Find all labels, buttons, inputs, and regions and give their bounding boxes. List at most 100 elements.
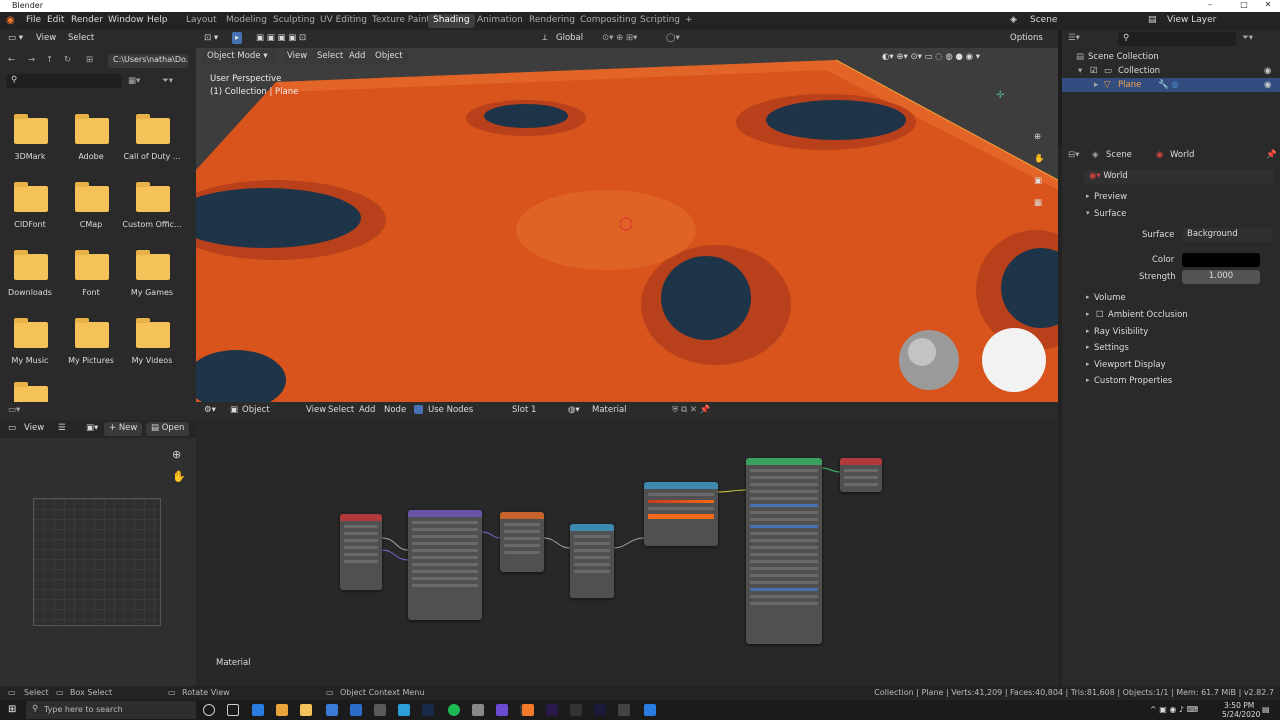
- folder-item[interactable]: My Videos: [122, 318, 182, 378]
- menu-render[interactable]: Render: [71, 15, 103, 25]
- panel-ambient-occlusion[interactable]: ▸ ☐ Ambient Occlusion: [1080, 308, 1280, 324]
- close-icon[interactable]: ✕: [1258, 0, 1278, 9]
- filter-icon[interactable]: ⏷▾: [1242, 33, 1253, 43]
- viewport-shading-icons[interactable]: ◐▾ ⊕▾ ⊙▾ ▭ ◌ ◍ ● ◉ ▾: [882, 52, 980, 62]
- maximize-icon[interactable]: □: [1234, 0, 1254, 9]
- editor-type-icon[interactable]: ▭ ▾: [8, 33, 23, 43]
- noise-texture-node[interactable]: [500, 512, 544, 572]
- viewport-add-menu[interactable]: Add: [344, 50, 371, 64]
- camera-icon[interactable]: ▣: [1034, 176, 1042, 186]
- panel-volume[interactable]: ▸ Volume: [1080, 291, 1280, 307]
- ne-select-menu[interactable]: Select: [328, 405, 354, 415]
- node-editor[interactable]: ⚙▾ ▣ Object View Select Add Node Use Nod…: [196, 402, 1058, 686]
- menu-help[interactable]: Help: [147, 15, 168, 25]
- spotify-icon[interactable]: [448, 704, 460, 716]
- menu-window[interactable]: Window: [108, 15, 144, 25]
- expand-icon[interactable]: ▸: [1094, 80, 1098, 90]
- folder-item[interactable]: Downloads: [0, 250, 60, 310]
- use-nodes-checkbox[interactable]: [414, 405, 423, 414]
- viewport-select-menu[interactable]: Select: [312, 50, 349, 64]
- minimize-icon[interactable]: –: [1200, 0, 1220, 9]
- visibility-eye-icon[interactable]: ◉: [1264, 66, 1271, 76]
- photoshop-icon[interactable]: [422, 704, 434, 716]
- map-range-node[interactable]: [570, 524, 614, 598]
- outliner-row-plane[interactable]: ▸ ▽ Plane 🔧 ◍ ◉: [1062, 78, 1280, 92]
- editor-type-icon[interactable]: ⚙▾: [204, 405, 216, 415]
- world-selector[interactable]: ◉▾ World: [1084, 170, 1274, 184]
- folder-item[interactable]: Custom Offic...: [122, 182, 182, 242]
- viewport-view-menu[interactable]: View: [282, 50, 313, 64]
- navigation-gizmo[interactable]: ✛: [996, 90, 1004, 101]
- folder-item[interactable]: 3DMark: [0, 114, 60, 174]
- new-image-button[interactable]: + New: [104, 422, 143, 436]
- blender-logo-icon[interactable]: ◉: [6, 15, 15, 26]
- chrome-icon[interactable]: [276, 704, 288, 716]
- mail-icon[interactable]: [350, 704, 362, 716]
- editor-type-icon[interactable]: ▭: [8, 423, 16, 433]
- premiere-icon[interactable]: [546, 704, 558, 716]
- ne-node-menu[interactable]: Node: [384, 405, 406, 415]
- panel-viewport-display[interactable]: ▸ Viewport Display: [1080, 358, 1280, 374]
- app-icon[interactable]: [472, 704, 484, 716]
- tab-modeling[interactable]: Modeling: [221, 14, 272, 28]
- tab-scripting[interactable]: Scripting: [635, 14, 685, 28]
- blender-taskbar-icon[interactable]: [522, 704, 534, 716]
- new-folder-icon[interactable]: ⊞: [86, 55, 93, 65]
- breadcrumb-scene[interactable]: Scene: [1106, 150, 1132, 160]
- strength-field[interactable]: 1.000: [1182, 270, 1260, 284]
- add-workspace-button[interactable]: +: [680, 14, 698, 28]
- vscode-icon[interactable]: [644, 704, 656, 716]
- forward-icon[interactable]: →: [28, 55, 35, 65]
- system-tray-icons[interactable]: ^ ▣ ◉ ♪ ⌨: [1150, 705, 1198, 714]
- expand-icon[interactable]: ▾: [1078, 66, 1082, 76]
- pan-hand-icon[interactable]: ✋: [1034, 154, 1045, 164]
- store-icon[interactable]: [326, 704, 338, 716]
- visibility-eye-icon[interactable]: ◉: [1264, 80, 1271, 90]
- principled-bsdf-node[interactable]: [746, 458, 822, 644]
- tab-sculpting[interactable]: Sculpting: [268, 14, 320, 28]
- folder-item[interactable]: CIDFont: [0, 182, 60, 242]
- editor-type-icon[interactable]: ⊟▾: [1068, 150, 1079, 160]
- image-browse-icon[interactable]: ▣▾: [86, 423, 98, 433]
- mode-select[interactable]: Object Mode ▾: [202, 50, 278, 64]
- panel-surface[interactable]: ▾ Surface: [1080, 207, 1280, 223]
- panel-ray-visibility[interactable]: ▸ Ray Visibility: [1080, 325, 1280, 341]
- tab-animation[interactable]: Animation: [472, 14, 528, 28]
- back-icon[interactable]: ←: [8, 55, 15, 65]
- tab-layout[interactable]: Layout: [181, 14, 222, 28]
- ie-view-menu[interactable]: View: [24, 423, 44, 433]
- folder-item[interactable]: CMap: [61, 182, 121, 242]
- surface-shader-select[interactable]: Background: [1182, 228, 1272, 242]
- editor-type-icon[interactable]: ▭▾: [8, 405, 20, 415]
- zoom-icon[interactable]: ⊕: [172, 448, 181, 461]
- view-layer-selector[interactable]: View Layer: [1167, 15, 1216, 25]
- tab-compositing[interactable]: Compositing: [575, 14, 641, 28]
- fb-select-menu[interactable]: Select: [68, 33, 94, 43]
- hamburger-icon[interactable]: ☰: [58, 423, 66, 433]
- checkbox-icon[interactable]: ☐: [1096, 310, 1104, 320]
- collection-label[interactable]: Collection: [1118, 66, 1160, 76]
- path-field[interactable]: C:\Users\natha\Do...: [108, 54, 188, 68]
- cortana-icon[interactable]: [203, 704, 215, 716]
- perspective-grid-icon[interactable]: ▦: [1034, 198, 1042, 208]
- telegram-icon[interactable]: [398, 704, 410, 716]
- breadcrumb-world[interactable]: World: [1170, 150, 1194, 160]
- app-icon[interactable]: [570, 704, 582, 716]
- folder-item[interactable]: Adobe: [61, 114, 121, 174]
- folder-item[interactable]: My Games: [122, 250, 182, 310]
- menu-edit[interactable]: Edit: [47, 15, 64, 25]
- taskbar-search-box[interactable]: ⚲ Type here to search: [26, 701, 196, 719]
- material-actions-icons[interactable]: ⛨ ⧉ ✕ 📌: [672, 405, 710, 415]
- 3d-viewport[interactable]: ⊡ ▾ ▸ ▣ ▣ ▣ ▣ ⊡ ⟂ Global ⊙▾ ⊕ ⊞▾ ◯▾ Opti…: [196, 30, 1058, 402]
- select-tool-icon[interactable]: ▸: [232, 32, 243, 44]
- folder-item[interactable]: My Pictures: [61, 318, 121, 378]
- tab-uv-editing[interactable]: UV Editing: [315, 14, 372, 28]
- folder-item[interactable]: My Music: [0, 318, 60, 378]
- scene-selector[interactable]: Scene: [1030, 15, 1057, 25]
- collection-checkbox-icon[interactable]: ☑: [1090, 66, 1098, 76]
- discord-icon[interactable]: [496, 704, 508, 716]
- options-menu[interactable]: Options: [1010, 33, 1043, 43]
- material-output-node[interactable]: [840, 458, 882, 492]
- panel-custom-properties[interactable]: ▸ Custom Properties: [1080, 374, 1280, 390]
- ne-add-menu[interactable]: Add: [359, 405, 375, 415]
